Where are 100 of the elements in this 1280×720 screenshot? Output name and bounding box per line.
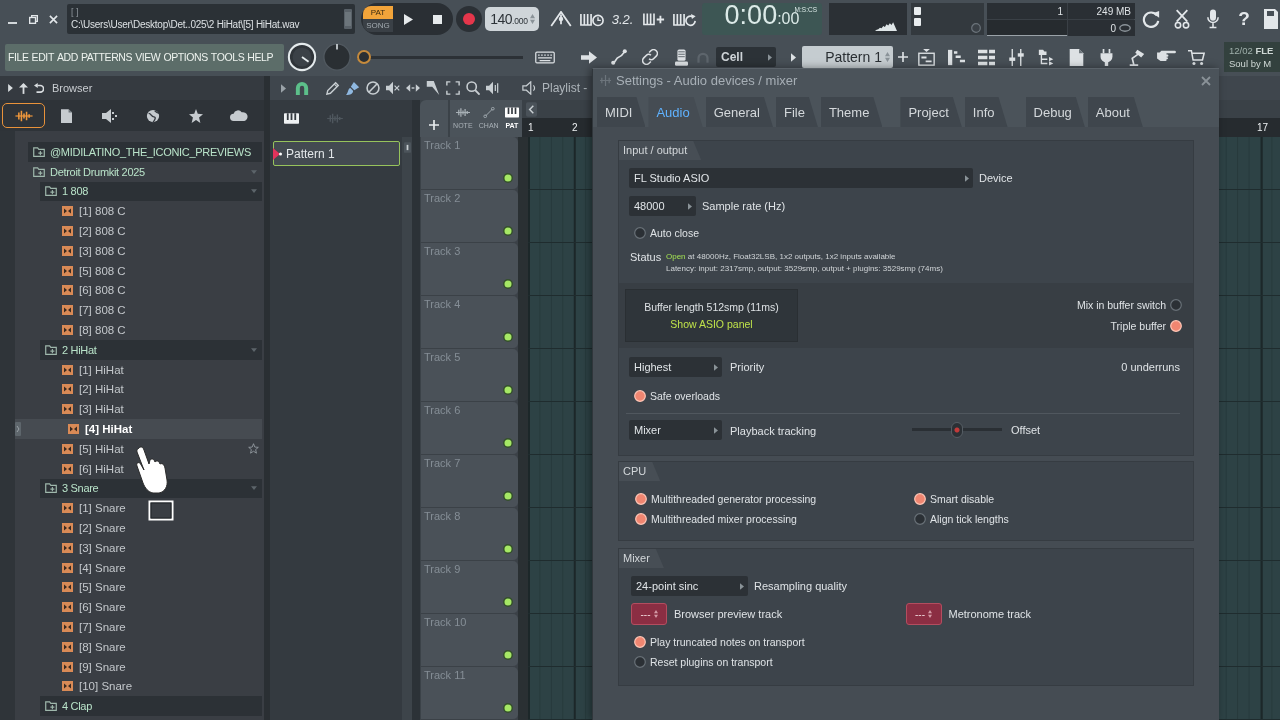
restore-icon[interactable] — [29, 14, 38, 24]
tree-item[interactable]: [3] Snare — [15, 537, 262, 558]
led-icon[interactable] — [503, 332, 513, 342]
caret-right-icon[interactable] — [281, 83, 286, 93]
folder-icon[interactable] — [45, 701, 57, 712]
keyboard-icon[interactable] — [535, 50, 555, 64]
lamp-icon[interactable] — [1127, 48, 1145, 66]
scroll-button-icon[interactable] — [403, 142, 411, 153]
keyboard-plus-icon[interactable] — [642, 11, 665, 27]
arrow-up-icon[interactable] — [19, 82, 28, 94]
settings-tab[interactable]: About — [1087, 97, 1143, 127]
tree-item[interactable]: [5] HiHat — [15, 438, 262, 459]
menu-item[interactable]: VIEW — [135, 51, 161, 63]
microphone-icon[interactable] — [1207, 9, 1219, 29]
link-icon[interactable] — [642, 49, 658, 65]
blade-icon[interactable] — [426, 81, 440, 95]
audio-file-icon[interactable] — [62, 602, 73, 613]
audio-file-icon[interactable] — [62, 661, 73, 672]
device-dropdown[interactable]: FL Studio ASIO — [629, 168, 973, 188]
audio-file-icon[interactable] — [68, 424, 79, 435]
star-icon[interactable] — [187, 108, 204, 123]
folder-icon[interactable] — [33, 166, 45, 177]
play-icon[interactable] — [404, 13, 413, 25]
tree-item[interactable]: [5] 808 C — [15, 260, 262, 281]
spin-arrows-icon[interactable] — [653, 610, 658, 618]
cloud-icon[interactable] — [229, 110, 248, 121]
menu-item[interactable]: TOOLS — [210, 51, 245, 63]
countdown-button[interactable]: 3.2. — [611, 11, 634, 27]
star-outline-icon[interactable] — [248, 443, 259, 455]
tree-item[interactable]: [6] Snare — [15, 597, 262, 618]
cart-icon[interactable] — [1187, 48, 1205, 66]
audio-file-icon[interactable] — [62, 404, 73, 415]
settings-tab[interactable]: Debug — [1025, 97, 1085, 127]
browser-tab[interactable] — [2, 103, 45, 128]
record-icon[interactable] — [456, 6, 482, 32]
pointing-hand-icon[interactable] — [1156, 48, 1176, 61]
radio-button[interactable] — [1170, 299, 1182, 311]
speaker-bars-icon[interactable] — [486, 81, 500, 95]
folder-icon[interactable] — [45, 483, 57, 494]
tree-item[interactable]: 2 HiHat — [40, 339, 262, 360]
audio-file-icon[interactable] — [62, 443, 73, 454]
add-track-tab[interactable] — [420, 100, 448, 137]
magnet-icon[interactable] — [295, 81, 309, 95]
audio-file-icon[interactable] — [62, 325, 73, 336]
zoom-icon[interactable] — [466, 81, 480, 95]
menu-item[interactable]: PATTERNS — [80, 51, 133, 63]
menu-item[interactable]: HELP — [247, 51, 274, 63]
pen-curve-icon[interactable] — [611, 49, 627, 65]
audio-file-icon[interactable] — [62, 542, 73, 553]
slider-thumb[interactable] — [951, 422, 963, 438]
led-icon[interactable] — [503, 279, 513, 289]
help-button[interactable]: ? — [1238, 8, 1250, 30]
tree-item[interactable]: [3] 808 C — [15, 241, 262, 261]
audio-file-icon[interactable] — [62, 681, 73, 692]
grip-icon[interactable] — [600, 75, 611, 86]
playlist-icon[interactable] — [917, 48, 935, 66]
tree-item[interactable]: [4] HiHat — [15, 419, 262, 439]
speaker-icon[interactable] — [101, 108, 118, 123]
folder-icon[interactable] — [33, 146, 45, 157]
tree-item[interactable]: [1] 808 C — [15, 201, 262, 222]
tree-item[interactable]: [2] HiHat — [15, 379, 262, 400]
audio-file-icon[interactable] — [62, 622, 73, 632]
spin-arrows-icon[interactable] — [928, 610, 932, 618]
menu-item[interactable]: EDIT — [31, 51, 54, 63]
tree-item[interactable]: [2] 808 C — [15, 221, 262, 241]
audio-file-icon[interactable] — [62, 523, 73, 534]
tree-item[interactable]: @MIDILATINO_THE_ICONIC_PREVIEWS — [28, 142, 262, 162]
pencil-icon[interactable] — [326, 81, 340, 95]
led-icon[interactable] — [503, 385, 513, 395]
tree-item[interactable]: [6] HiHat — [15, 458, 262, 479]
mode-button[interactable]: PAT — [363, 6, 393, 19]
tree-item[interactable]: 3 Snare — [40, 478, 262, 499]
settings-tab[interactable]: General — [705, 97, 773, 127]
settings-tab[interactable]: Theme — [820, 97, 883, 127]
audio-file-icon[interactable] — [62, 206, 73, 217]
audio-file-icon[interactable] — [62, 226, 73, 237]
audio-file-icon[interactable] — [62, 265, 73, 276]
settings-tab[interactable]: Project — [900, 97, 962, 127]
tree-item[interactable]: [7] Snare — [15, 617, 262, 637]
grip-icon[interactable] — [344, 9, 352, 29]
mixer-icon[interactable] — [1007, 48, 1025, 66]
refresh-icon[interactable] — [1142, 10, 1160, 28]
settings-tab[interactable]: Info — [964, 97, 1008, 127]
caret-right-icon[interactable] — [740, 582, 744, 590]
scissors-icon[interactable] — [1174, 9, 1190, 29]
piano-icon[interactable] — [284, 113, 299, 124]
tree-item[interactable]: [1] Snare — [15, 498, 262, 519]
resampling-dropdown[interactable]: 24-point sinc — [631, 576, 748, 596]
caret-right-icon[interactable] — [791, 52, 796, 62]
led-icon[interactable] — [503, 544, 513, 554]
play-marker-icon[interactable] — [273, 147, 282, 160]
led-icon[interactable] — [503, 703, 513, 713]
caret-right-icon[interactable] — [965, 174, 969, 182]
audio-file-icon[interactable] — [62, 562, 73, 573]
caret-right-icon[interactable] — [8, 84, 13, 92]
sample-rate-dropdown[interactable]: 48000 — [629, 196, 696, 216]
brush-icon[interactable] — [346, 81, 360, 95]
settings-tab[interactable]: MIDI — [597, 97, 646, 127]
plus-icon[interactable] — [429, 120, 439, 130]
tempo-field[interactable]: 140.000 — [485, 7, 539, 31]
